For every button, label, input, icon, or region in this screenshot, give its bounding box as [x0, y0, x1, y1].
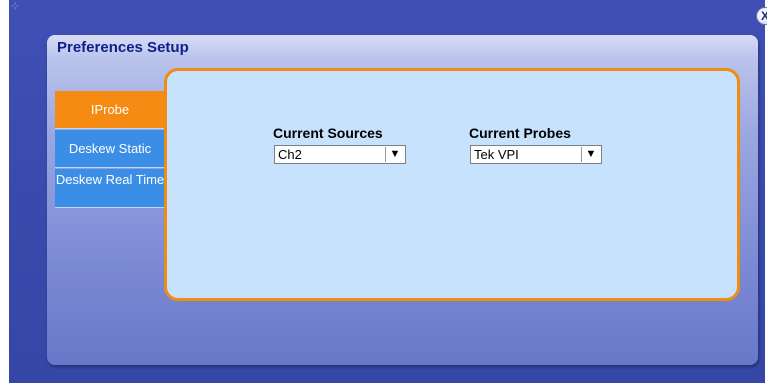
chevron-down-icon[interactable]: ▼: [581, 147, 600, 162]
iprobe-content-area: Current Sources Ch2 ▼ Current Probes Tek…: [164, 68, 740, 301]
tab-iprobe[interactable]: IProbe: [55, 91, 165, 129]
current-probes-label: Current Probes: [469, 125, 571, 141]
tab-deskew-static[interactable]: Deskew Static: [55, 130, 165, 168]
panel-title: Preferences Setup: [57, 39, 189, 56]
panel-header: Preferences Setup: [47, 35, 758, 59]
close-button[interactable]: X: [756, 7, 767, 25]
tab-deskew-real-time[interactable]: Deskew Real Time: [55, 169, 165, 208]
current-sources-select[interactable]: Ch2 ▼: [274, 145, 406, 164]
current-probes-select[interactable]: Tek VPI ▼: [470, 145, 602, 164]
preferences-setup-panel: Preferences Setup IProbe Deskew Static D…: [47, 35, 758, 365]
current-sources-value: Ch2: [278, 147, 302, 162]
current-sources-label: Current Sources: [273, 125, 383, 141]
move-handle-icon[interactable]: ⊹: [11, 2, 21, 12]
chevron-down-icon[interactable]: ▼: [385, 147, 404, 162]
current-probes-value: Tek VPI: [474, 147, 519, 162]
instrument-window: ⊹ X Preferences Setup IProbe Deskew Stat…: [9, 0, 767, 383]
